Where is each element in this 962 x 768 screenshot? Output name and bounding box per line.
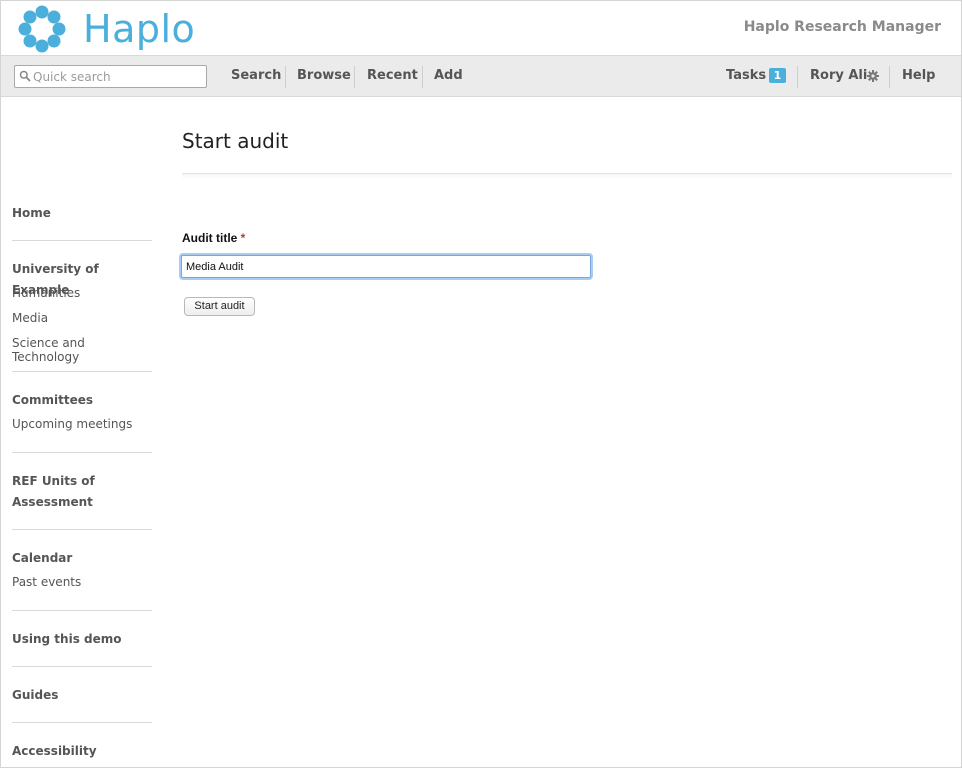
app-window: Haplo Haplo Research Manager Search Brow… [0, 0, 962, 768]
nav-user-menu[interactable]: Rory Ali [810, 68, 867, 83]
sidebar-divider [12, 722, 152, 723]
quick-search-box [14, 65, 207, 88]
sidebar-item-accessibility[interactable]: Accessibility [12, 741, 97, 762]
search-icon [19, 70, 31, 82]
sidebar-link-science-technology[interactable]: Science and Technology [12, 336, 152, 364]
sidebar-divider [12, 610, 152, 611]
nav-recent[interactable]: Recent [367, 68, 418, 83]
sidebar-link-humanities[interactable]: Humanities [12, 286, 80, 300]
logo-text[interactable]: Haplo [83, 7, 195, 51]
nav-add[interactable]: Add [434, 68, 463, 83]
nav-search[interactable]: Search [231, 68, 281, 83]
sidebar-divider [12, 371, 152, 372]
sidebar-divider [12, 452, 152, 453]
title-divider [182, 173, 952, 179]
start-audit-button[interactable]: Start audit [184, 297, 255, 316]
product-name: Haplo Research Manager [743, 19, 941, 35]
sidebar-item-committees[interactable]: Committees [12, 390, 93, 411]
audit-title-label: Audit title * [182, 231, 245, 245]
sidebar-item-home[interactable]: Home [12, 203, 51, 224]
nav-divider [422, 66, 423, 88]
gear-icon[interactable] [867, 70, 879, 82]
site-header: Haplo Haplo Research Manager [1, 1, 961, 55]
nav-tasks[interactable]: Tasks [726, 68, 766, 83]
sidebar-item-guides[interactable]: Guides [12, 685, 58, 706]
sidebar-divider [12, 240, 152, 241]
haplo-flower-logo-icon[interactable] [16, 3, 68, 55]
sidebar-item-ref-units[interactable]: REF Units of Assessment [12, 471, 122, 513]
tasks-count-badge[interactable]: 1 [769, 68, 786, 83]
nav-browse[interactable]: Browse [297, 68, 351, 83]
nav-divider [354, 66, 355, 88]
page-title: Start audit [182, 129, 289, 153]
sidebar-divider [12, 666, 152, 667]
nav-divider [285, 66, 286, 88]
audit-title-label-text: Audit title [182, 231, 238, 245]
sidebar-link-upcoming-meetings[interactable]: Upcoming meetings [12, 417, 132, 431]
quick-search-input[interactable] [33, 67, 203, 86]
sidebar-link-media[interactable]: Media [12, 311, 48, 325]
nav-divider [889, 66, 890, 88]
sidebar-link-past-events[interactable]: Past events [12, 575, 81, 589]
nav-divider [797, 66, 798, 88]
audit-title-input[interactable] [181, 255, 591, 278]
sidebar-item-calendar[interactable]: Calendar [12, 548, 72, 569]
nav-help[interactable]: Help [902, 68, 935, 83]
main-toolbar: Search Browse Recent Add Tasks 1 Rory Al… [1, 55, 961, 97]
sidebar-divider [12, 529, 152, 530]
required-marker: * [240, 231, 246, 245]
sidebar-item-using-demo[interactable]: Using this demo [12, 629, 122, 650]
